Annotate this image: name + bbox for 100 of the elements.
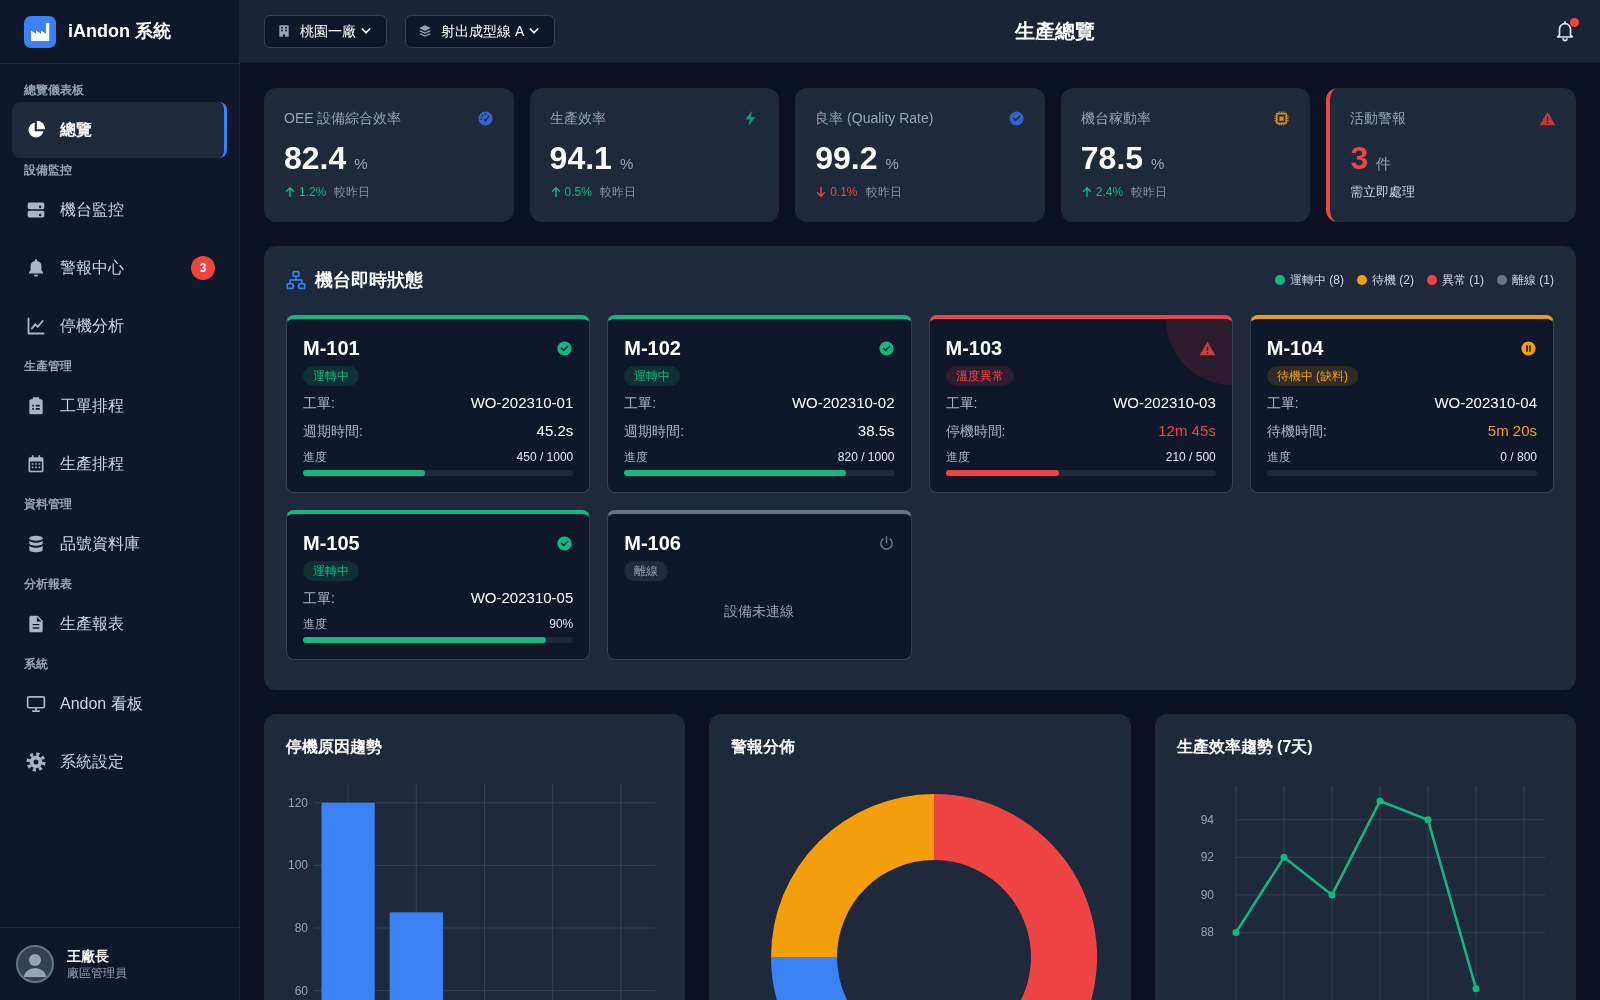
pie-chart-icon	[26, 120, 46, 140]
bell-icon	[26, 258, 46, 278]
user-avatar	[16, 945, 54, 983]
field-label: 工單:	[303, 394, 335, 413]
pause-icon	[1520, 339, 1537, 357]
kpi-unit: 件	[1376, 154, 1392, 174]
warning-icon	[1539, 109, 1556, 127]
power-icon	[877, 534, 895, 552]
nav-item[interactable]: 機台監控	[12, 182, 227, 238]
field-value: WO-202310-05	[470, 588, 574, 608]
kpi-unit: %	[619, 154, 634, 174]
machine-id: M-101	[303, 336, 360, 360]
change-value: 2.4%	[1095, 184, 1124, 201]
nav-item[interactable]: 工單排程	[12, 378, 227, 434]
count-badge: 3	[191, 256, 215, 280]
nav-item[interactable]: 警報中心 3	[12, 240, 227, 296]
progress-label: 進度	[945, 449, 970, 466]
field-label: 待機時間:	[1266, 422, 1327, 441]
axis-tick-label: 60	[294, 983, 308, 998]
section-label: 設備監控	[23, 162, 73, 179]
calendar-icon	[26, 454, 46, 474]
field-value: 12m 45s	[1158, 421, 1216, 441]
legend-label: 異常 (1)	[1442, 272, 1484, 289]
field-value: WO-202310-03	[1113, 393, 1216, 413]
progress-reading: 210 / 500	[1165, 449, 1216, 466]
field-value: 5m 20s	[1487, 421, 1537, 441]
field-value: 38.5s	[857, 421, 895, 441]
status-badge: 待機中 (缺料)	[1266, 366, 1359, 386]
section-label: 系統	[23, 656, 49, 673]
kpi-label: 生產效率	[549, 109, 606, 128]
machine-id: M-106	[624, 531, 681, 555]
brand-name: iAndon 系統	[68, 20, 171, 43]
field-value: WO-202310-02	[791, 393, 895, 413]
warning-icon	[1198, 339, 1216, 357]
server-icon	[26, 200, 46, 220]
status-badge: 離線	[624, 561, 669, 581]
section-label: 資料管理	[23, 496, 73, 513]
status-badge: 運轉中	[624, 366, 681, 386]
gauge-icon	[476, 109, 494, 127]
axis-tick-label: 90	[1200, 887, 1214, 902]
kpi-unit: %	[1151, 154, 1165, 174]
nav-item[interactable]: 生產排程	[12, 436, 227, 492]
data-point	[1232, 928, 1240, 936]
nav-item[interactable]: 生產報表	[12, 596, 227, 652]
dropdown-button[interactable]: 射出成型線 A	[405, 14, 556, 48]
section-label: 總覽儀表板	[23, 82, 85, 99]
progress-label: 進度	[624, 449, 649, 466]
status-badge: 運轉中	[303, 561, 359, 581]
chip-icon	[1273, 109, 1291, 127]
chart-title: 生產效率趨勢 (7天)	[1176, 737, 1314, 757]
building-icon	[277, 24, 291, 38]
axis-tick-label: 120	[287, 795, 308, 810]
comparison-note: 較昨日	[865, 184, 902, 201]
field-label: 工單:	[945, 394, 978, 413]
nav-item[interactable]: 停機分析	[12, 298, 227, 354]
field-value: 45.2s	[536, 421, 574, 441]
settings-icon	[26, 752, 46, 772]
nav-item[interactable]: Andon 看板	[12, 676, 227, 732]
machine-id: M-105	[303, 531, 360, 555]
progress-reading: 90%	[549, 616, 574, 633]
kpi-value: 78.5	[1080, 139, 1144, 177]
notification-button[interactable]	[1554, 20, 1576, 42]
nav-item[interactable]: 系統設定	[12, 734, 227, 790]
field-label: 週期時間:	[303, 422, 363, 441]
dropdown-button[interactable]: 桃園一廠	[264, 14, 387, 48]
machine-id: M-102	[624, 336, 681, 360]
offline-message: 設備未連線	[723, 602, 796, 621]
legend-label: 運轉中 (8)	[1290, 272, 1344, 289]
progress-label: 進度	[1266, 449, 1291, 466]
data-point	[1328, 891, 1336, 899]
data-point	[1376, 797, 1384, 805]
progress-reading: 820 / 1000	[837, 449, 895, 466]
field-label: 工單:	[1266, 394, 1299, 413]
nav-item[interactable]: 總覽	[12, 102, 227, 158]
axis-tick-label: 80	[294, 921, 308, 935]
kpi-value: 94.1	[549, 139, 612, 177]
status-badge: 運轉中	[303, 366, 359, 386]
panel-title: 機台即時狀態	[315, 268, 423, 292]
change-value: 1.2%	[299, 184, 327, 201]
nav-item[interactable]: 品號資料庫	[12, 516, 227, 572]
field-value: WO-202310-04	[1434, 393, 1537, 413]
kpi-label: 機台稼動率	[1080, 109, 1151, 128]
database-icon	[26, 534, 46, 554]
hierarchy-icon	[286, 270, 306, 290]
field-label: 工單:	[303, 589, 335, 608]
page-title: 生產總覽	[1013, 19, 1096, 44]
kpi-value: 3	[1350, 139, 1369, 177]
kpi-label: OEE 設備綜合效率	[284, 109, 402, 128]
user-role: 廠區管理員	[67, 964, 127, 982]
machine-id: M-103	[945, 336, 1003, 360]
kpi-unit: %	[885, 154, 899, 174]
comparison-note: 較昨日	[1131, 184, 1168, 201]
chart-title: 停機原因趨勢	[286, 737, 383, 757]
field-label: 停機時間:	[945, 422, 1006, 441]
progress-label: 進度	[303, 616, 327, 633]
kpi-value: 82.4	[284, 139, 347, 177]
field-label: 工單:	[624, 394, 657, 413]
field-label: 週期時間:	[624, 422, 685, 441]
kpi-label: 活動警報	[1350, 109, 1407, 128]
axis-tick-label: 100	[287, 858, 308, 873]
